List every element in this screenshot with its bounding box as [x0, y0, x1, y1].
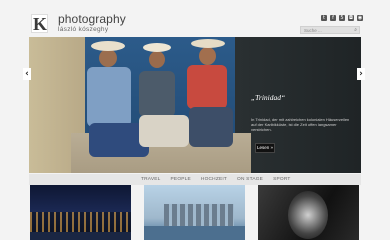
- nav-item-sport[interactable]: SPORT: [268, 174, 295, 185]
- thumbnail-wedding[interactable]: [258, 185, 359, 240]
- nav-item-hochzeit[interactable]: HOCHZEIT: [196, 174, 232, 185]
- twitter-icon[interactable]: t: [321, 15, 327, 21]
- page: K photography lászló kószeghy t f 5 ◘ ◉ …: [0, 0, 390, 240]
- man-two-head: [149, 51, 165, 68]
- category-nav-items: TRAVEL PEOPLE HOCHZEIT ON STAGE SPORT: [136, 174, 296, 185]
- logo[interactable]: K: [31, 14, 48, 34]
- logo-letter: K: [33, 14, 48, 34]
- water: [30, 232, 131, 240]
- thumbnail-city-night[interactable]: [30, 185, 131, 240]
- man-three: [187, 65, 227, 109]
- search-icon[interactable]: ⌕: [354, 27, 357, 34]
- prev-slide-button[interactable]: ‹: [23, 68, 31, 80]
- rss-icon[interactable]: ◉: [357, 15, 363, 21]
- site-subtitle: lászló kószeghy: [58, 26, 109, 33]
- river: [144, 226, 245, 240]
- couple: [288, 191, 328, 239]
- next-slide-button[interactable]: ›: [357, 68, 365, 80]
- man-two-legs: [139, 115, 189, 147]
- man-three-hat: [191, 39, 225, 48]
- man-one-head: [99, 49, 117, 67]
- search-input[interactable]: Suche ... ⌕: [300, 26, 360, 34]
- facebook-icon[interactable]: f: [330, 15, 336, 21]
- instagram-icon[interactable]: ◘: [348, 15, 354, 21]
- skyline: [164, 204, 234, 226]
- hero-slider: [29, 37, 361, 173]
- site-title[interactable]: photography: [58, 13, 126, 26]
- man-three-head: [199, 47, 216, 65]
- man-three-legs: [189, 107, 233, 147]
- man-two-hat: [143, 43, 171, 52]
- nav-item-people[interactable]: PEOPLE: [166, 174, 196, 185]
- social-links: t f 5 ◘ ◉: [321, 15, 363, 21]
- man-one: [87, 67, 131, 127]
- hero-caption-area: [235, 37, 361, 173]
- slide-title: „Trinidad“: [251, 93, 286, 102]
- category-nav: TRAVEL PEOPLE HOCHZEIT ON STAGE SPORT: [29, 174, 361, 185]
- nav-item-travel[interactable]: TRAVEL: [136, 174, 166, 185]
- slide-text: In Trinidad, der mit zahlreichen kolonia…: [251, 117, 350, 132]
- thumbnail-river-skyline[interactable]: [144, 185, 245, 240]
- man-one-hat: [91, 41, 125, 51]
- search-placeholder: Suche ...: [304, 28, 322, 33]
- nav-item-on-stage[interactable]: ON STAGE: [232, 174, 268, 185]
- 500px-icon[interactable]: 5: [339, 15, 345, 21]
- read-more-button[interactable]: Lesen »: [255, 143, 275, 153]
- man-two: [139, 71, 175, 117]
